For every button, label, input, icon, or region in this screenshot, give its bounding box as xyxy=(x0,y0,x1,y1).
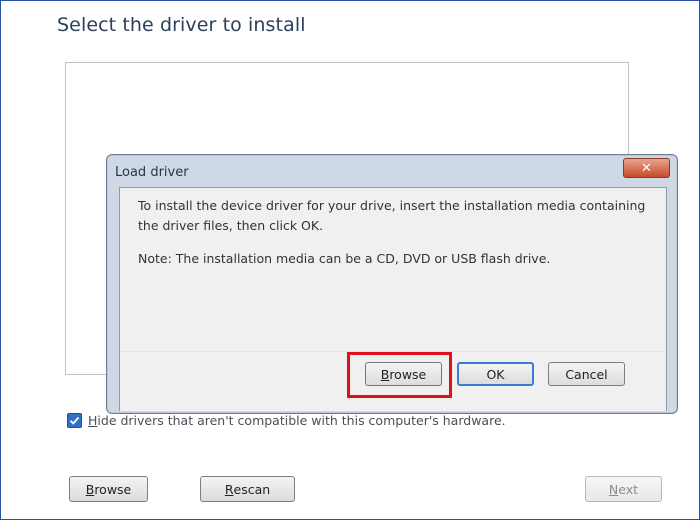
dialog-message: To install the device driver for your dr… xyxy=(138,198,646,233)
dialog-title: Load driver xyxy=(115,165,189,180)
dialog-ok-button[interactable]: OK xyxy=(457,362,534,386)
hide-incompatible-checkbox[interactable] xyxy=(67,412,82,428)
hide-incompatible-label: Hide drivers that aren't compatible with… xyxy=(88,412,506,428)
close-icon: ✕ xyxy=(641,160,652,176)
dialog-cancel-button[interactable]: Cancel xyxy=(548,362,625,386)
close-button[interactable]: ✕ xyxy=(623,158,670,178)
rescan-button[interactable]: Rescan xyxy=(200,476,295,502)
browse-highlight-box xyxy=(347,352,452,398)
dialog-note: Note: The installation media can be a CD… xyxy=(138,251,551,266)
browse-button[interactable]: Browse xyxy=(69,476,148,502)
page-title: Select the driver to install xyxy=(57,14,306,36)
checkmark-icon xyxy=(69,416,80,425)
next-button[interactable]: Next xyxy=(585,476,662,502)
